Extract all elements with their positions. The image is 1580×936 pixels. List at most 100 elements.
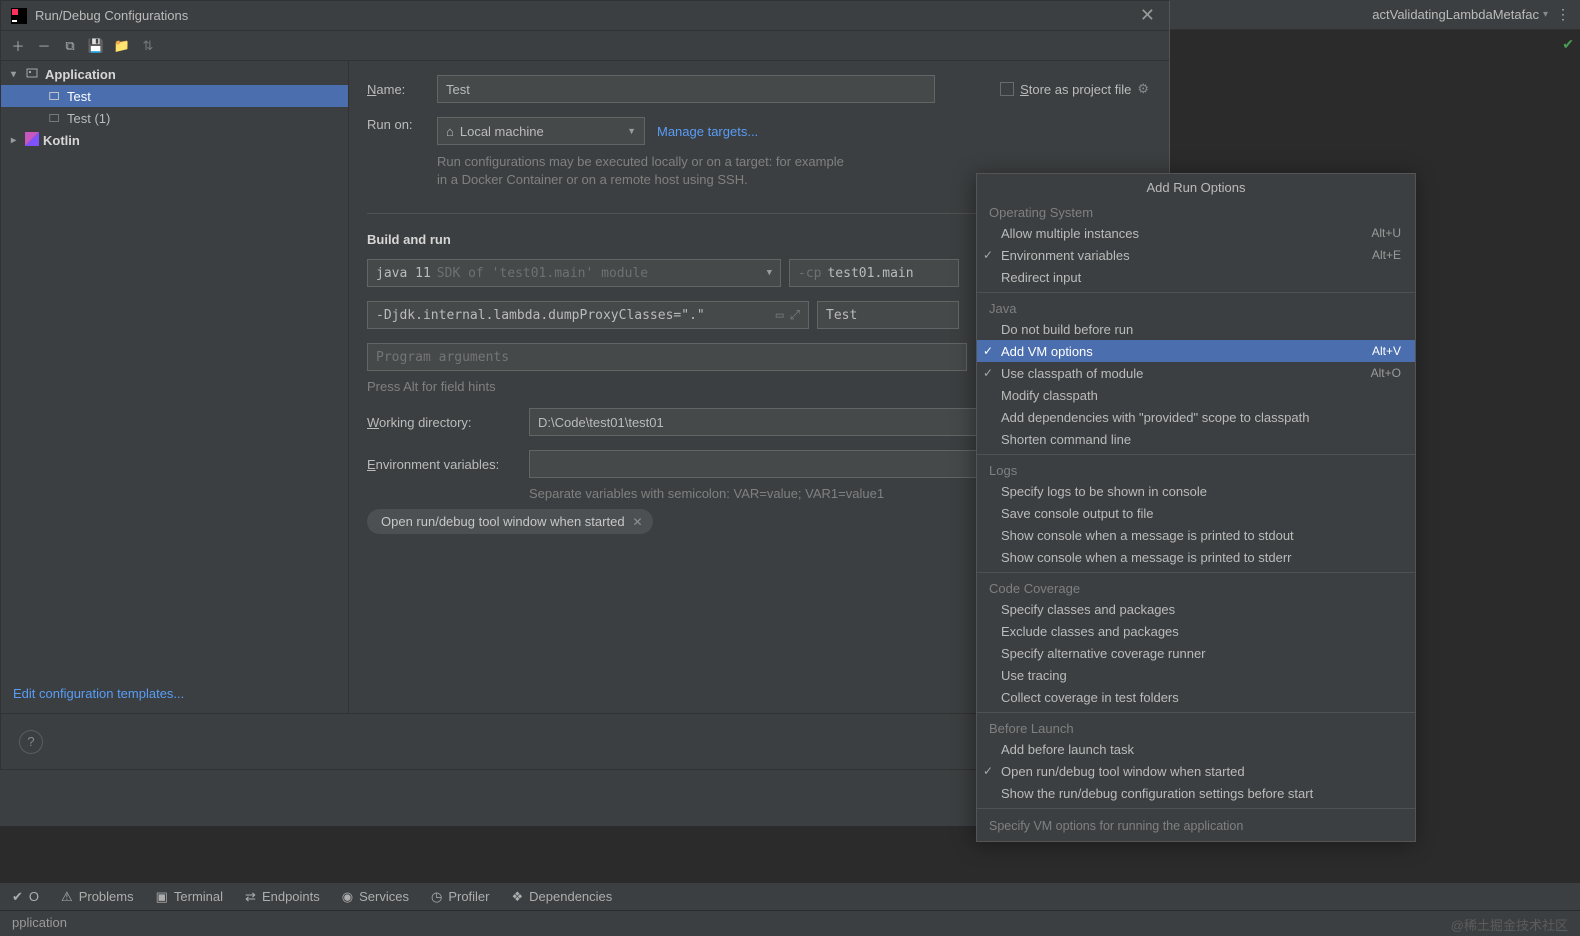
run-on-hint: Run configurations may be executed local… — [437, 153, 857, 189]
popup-item[interactable]: Add dependencies with "provided" scope t… — [977, 406, 1415, 428]
popup-item-shortcut: Alt+U — [1371, 226, 1401, 240]
popup-item-label: Allow multiple instances — [1001, 226, 1139, 241]
copy-icon[interactable]: ⧉ — [61, 38, 79, 54]
popup-item[interactable]: ✓Use classpath of moduleAlt+O — [977, 362, 1415, 384]
main-class-input[interactable] — [817, 301, 959, 329]
popup-item-label: Environment variables — [1001, 248, 1130, 263]
popup-item[interactable]: Add before launch task — [977, 738, 1415, 760]
toolwindow-problems[interactable]: ⚠Problems — [61, 889, 134, 905]
chip-label: Open run/debug tool window when started — [381, 514, 625, 529]
folder-icon[interactable]: 📁 — [113, 38, 131, 54]
expand-field-icon[interactable]: ⤢ — [790, 308, 800, 323]
remove-icon[interactable]: － — [35, 36, 53, 55]
dialog-title: Run/Debug Configurations — [35, 8, 188, 23]
popup-group-label: Code Coverage — [977, 577, 1415, 598]
chevron-down-icon: ▾ — [1543, 9, 1548, 20]
popup-item-label: Shorten command line — [1001, 432, 1131, 447]
popup-item-label: Specify alternative coverage runner — [1001, 646, 1206, 661]
store-as-project-file[interactable]: Store as project file ⚙ — [1000, 81, 1149, 97]
tree-item-test[interactable]: Test — [1, 85, 348, 107]
popup-item[interactable]: Save console output to file — [977, 502, 1415, 524]
sort-icon[interactable]: ⇅ — [139, 38, 157, 54]
status-text: pplication — [12, 915, 67, 930]
popup-item[interactable]: Allow multiple instances Alt+U — [977, 222, 1415, 244]
popup-item[interactable]: Shorten command line — [977, 428, 1415, 450]
tree-group-kotlin[interactable]: ▸ Kotlin — [1, 129, 348, 151]
problems-icon: ⚠ — [61, 889, 73, 905]
inspections-ok-icon[interactable]: ✔ — [1562, 36, 1574, 53]
toolwindow-deps[interactable]: ❖ Dependencies — [512, 889, 613, 905]
jdk-select[interactable]: java 11 SDK of 'test01.main' module ▼ — [367, 259, 781, 287]
popup-item[interactable]: Use tracing — [977, 664, 1415, 686]
popup-item[interactable]: Modify classpath — [977, 384, 1415, 406]
popup-item[interactable]: Show console when a message is printed t… — [977, 524, 1415, 546]
popup-item[interactable]: Specify logs to be shown in console — [977, 480, 1415, 502]
popup-item-label: Collect coverage in test folders — [1001, 690, 1179, 705]
toolwindow-endpoints[interactable]: ⇄Endpoints — [245, 889, 320, 905]
run-target-select[interactable]: ⌂ Local machine ▼ — [437, 117, 645, 145]
popup-item[interactable]: Redirect input — [977, 266, 1415, 288]
popup-item[interactable]: ✓Add VM optionsAlt+V — [977, 340, 1415, 362]
popup-item[interactable]: Specify classes and packages — [977, 598, 1415, 620]
popup-item[interactable]: Do not build before run — [977, 318, 1415, 340]
classpath-input[interactable]: -cp test01.main — [789, 259, 959, 287]
help-icon[interactable]: ? — [19, 730, 43, 754]
popup-item-label: Exclude classes and packages — [1001, 624, 1179, 639]
status-bar: pplication @稀土掘金技术社区 — [0, 910, 1580, 936]
popup-item-shortcut: Alt+E — [1372, 248, 1401, 262]
chevron-down-icon: ▼ — [627, 126, 636, 136]
vm-options-input[interactable]: -Djdk.internal.lambda.dumpProxyClasses="… — [367, 301, 809, 329]
jdk-value: java 11 — [376, 266, 431, 281]
tree-item-test-1[interactable]: Test (1) — [1, 107, 348, 129]
jdk-hint: SDK of 'test01.main' module — [437, 266, 648, 281]
manage-targets-link[interactable]: Manage targets... — [657, 124, 758, 139]
popup-item[interactable]: Specify alternative coverage runner — [977, 642, 1415, 664]
watermark: @稀土掘金技术社区 — [1451, 915, 1568, 934]
name-label: Name: — [367, 82, 425, 97]
popup-item-label: Use classpath of module — [1001, 366, 1143, 381]
kebab-menu-icon[interactable]: ⋮ — [1556, 6, 1570, 23]
application-group-icon — [25, 65, 41, 84]
chevron-down-icon: ▾ — [11, 69, 21, 80]
tree-group-application[interactable]: ▾ Application — [1, 63, 348, 85]
close-icon[interactable]: ✕ — [633, 515, 643, 529]
popup-item[interactable]: Exclude classes and packages — [977, 620, 1415, 642]
run-config-icon — [47, 110, 63, 126]
env-vars-label: Environment variables: — [367, 457, 517, 472]
popup-title: Add Run Options — [977, 174, 1415, 201]
toolwindow-label: Dependencies — [529, 889, 612, 904]
popup-item[interactable]: Collect coverage in test folders — [977, 686, 1415, 708]
deps-icon: ❖ — [512, 889, 524, 905]
config-tree[interactable]: ▾ Application Test Test (1) — [1, 61, 348, 674]
popup-item[interactable]: Show console when a message is printed t… — [977, 546, 1415, 568]
checkbox-icon[interactable] — [1000, 82, 1014, 96]
close-icon[interactable]: ✕ — [1136, 5, 1159, 26]
toolwindow-services[interactable]: ◉Services — [342, 889, 409, 905]
name-input[interactable] — [437, 75, 935, 103]
popup-item-label: Redirect input — [1001, 270, 1081, 285]
profiler-icon: ◷ — [431, 889, 442, 905]
popup-footer-hint: Specify VM options for running the appli… — [977, 813, 1415, 837]
insert-macro-icon[interactable]: ▭ — [776, 308, 784, 323]
popup-item[interactable]: ✓Open run/debug tool window when started — [977, 760, 1415, 782]
run-config-selector[interactable]: actValidatingLambdaMetafac ▾ — [1372, 7, 1548, 22]
main-toolbar: actValidatingLambdaMetafac ▾ ⋮ — [1170, 0, 1580, 30]
popup-item[interactable]: ✓ Environment variables Alt+E — [977, 244, 1415, 266]
add-icon[interactable]: ＋ — [9, 36, 27, 55]
check-icon: ✓ — [983, 248, 993, 262]
open-tool-window-chip[interactable]: Open run/debug tool window when started … — [367, 509, 653, 534]
popup-group-label: Operating System — [977, 201, 1415, 222]
gear-icon[interactable]: ⚙ — [1137, 81, 1149, 97]
toolwindow-terminal[interactable]: ▣Terminal — [156, 889, 223, 905]
toolwindow-profiler[interactable]: ◷Profiler — [431, 889, 490, 905]
services-icon: ◉ — [342, 889, 353, 905]
popup-item[interactable]: Show the run/debug configuration setting… — [977, 782, 1415, 804]
toolwindow-todo[interactable]: ✔O — [12, 889, 39, 905]
check-icon: ✓ — [983, 366, 993, 380]
edit-templates-link[interactable]: Edit configuration templates... — [13, 686, 184, 701]
dialog-titlebar: Run/Debug Configurations ✕ — [1, 1, 1169, 31]
popup-group-label: Java — [977, 297, 1415, 318]
intellij-app-icon — [11, 8, 27, 24]
program-args-input[interactable] — [367, 343, 967, 371]
save-icon[interactable]: 💾 — [87, 38, 105, 54]
